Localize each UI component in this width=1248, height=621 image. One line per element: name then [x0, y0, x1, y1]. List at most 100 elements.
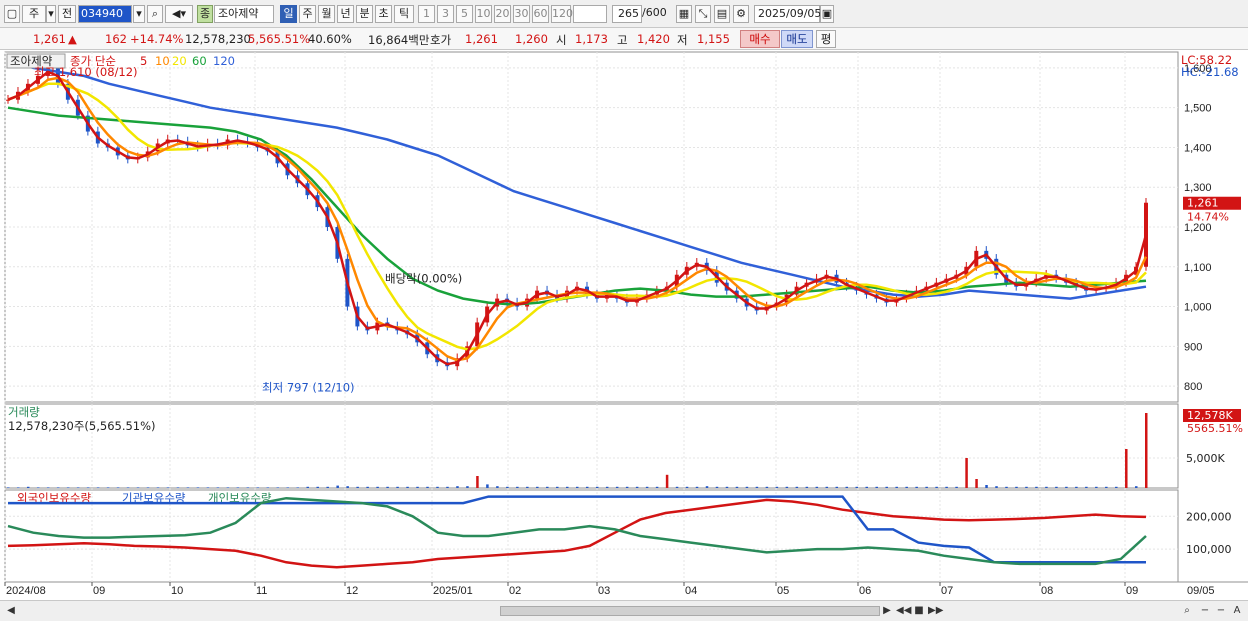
interval-120[interactable]: 120 — [551, 5, 573, 23]
evaluate-button[interactable]: 평 — [816, 30, 836, 48]
speaker-icon[interactable]: ◀▾ — [165, 5, 193, 23]
stock-chart[interactable]: 2024/08 09 10 11 12 2025/01 02 03 04 05 06 07 08 09 09… — [0, 50, 1248, 600]
volume-bar — [576, 486, 579, 488]
volume-bar — [436, 486, 439, 488]
interval-3[interactable]: 3 — [437, 5, 454, 23]
period-tick[interactable]: 틱 — [394, 5, 414, 23]
volume-bar — [336, 485, 339, 488]
holdings-tick-label: 100,000 — [1186, 543, 1232, 556]
fast-forward-icon[interactable]: ▶▶ — [928, 604, 943, 618]
volume-bar — [246, 487, 250, 488]
volume-bar — [945, 486, 948, 488]
period-day[interactable]: 일 — [280, 5, 297, 23]
volume-bar — [835, 486, 839, 488]
interval-60[interactable]: 60 — [532, 5, 549, 23]
stock-name-field[interactable]: 조아제약 — [214, 5, 274, 23]
gear-icon[interactable]: ⚙ — [733, 5, 749, 23]
current-pct-label: 14.74% — [1187, 211, 1229, 224]
scroll-left-icon[interactable]: ◀ — [4, 604, 18, 618]
current-price: 1,261 — [33, 32, 66, 46]
interval-20[interactable]: 20 — [494, 5, 511, 23]
scroll-thumb[interactable] — [500, 606, 880, 616]
volume-bar — [66, 487, 70, 488]
volume-bar — [136, 487, 140, 488]
volume-bar — [775, 486, 779, 488]
zoom-minus-icon[interactable]: − — [1214, 604, 1228, 618]
volume-bar — [106, 487, 110, 488]
search-icon[interactable]: ⌕ — [147, 5, 163, 23]
volume-bar — [855, 486, 859, 488]
chevron-down-icon[interactable]: ▾ — [46, 5, 56, 23]
x-tick-label: 03 — [598, 585, 610, 597]
volume-bar — [236, 487, 240, 488]
auto-icon[interactable]: A — [1230, 604, 1244, 618]
drawing-icon[interactable]: ⤡ — [695, 5, 711, 23]
x-tick-label: 07 — [941, 585, 953, 597]
save-icon[interactable]: ▤ — [714, 5, 730, 23]
custom-interval-input[interactable] — [573, 5, 607, 23]
stock-code-input[interactable]: 034940 — [78, 5, 132, 23]
window-icon[interactable]: ▢ — [4, 5, 20, 23]
date-input[interactable]: 2025/09/05 — [754, 5, 821, 23]
x-tick-label: 11 — [256, 585, 267, 597]
volume-bar — [46, 487, 50, 488]
volume-value-label: 12,578,230주(5,565.51%) — [8, 419, 156, 433]
interval-5[interactable]: 5 — [456, 5, 473, 23]
rewind-icon[interactable]: ◀◀ — [896, 604, 911, 618]
volume-bar — [925, 486, 928, 488]
chart-scrollbar[interactable]: ◀ ▶ ◀◀ ■ ▶▶ ⌕ − − A — [0, 600, 1248, 621]
interval-1[interactable]: 1 — [418, 5, 435, 23]
volume-bar — [1045, 486, 1048, 488]
scroll-right-icon[interactable]: ▶ — [880, 604, 894, 618]
volume-bar — [346, 486, 349, 488]
count-total: /600 — [642, 6, 667, 19]
buy-button[interactable]: 매수 — [740, 30, 780, 48]
x-tick-label: 12 — [346, 585, 358, 597]
prev-button[interactable]: 전 — [58, 5, 76, 23]
period-minute[interactable]: 분 — [356, 5, 373, 23]
hc-label: HC:-21.68 — [1181, 65, 1239, 79]
legend-ma-20: 20 — [172, 54, 187, 68]
interval-10[interactable]: 10 — [475, 5, 492, 23]
volume-current-pct: 5565.51% — [1187, 422, 1243, 435]
volume-bar — [1135, 486, 1138, 488]
volume-bar — [715, 486, 719, 488]
volume-bar — [306, 486, 309, 488]
volume-bar — [546, 486, 549, 488]
period-week[interactable]: 주 — [299, 5, 316, 23]
code-dropdown-icon[interactable]: ▾ — [133, 5, 145, 23]
indicator-icon[interactable]: ▦ — [676, 5, 692, 23]
volume-bar — [516, 486, 519, 488]
sell-button[interactable]: 매도 — [781, 30, 813, 48]
quote-bar: 1,261 ▲ 162 +14.74% 12,578,230 5,565.51%… — [0, 28, 1248, 50]
annotation-exdiv: 배당락(0.00%) — [385, 272, 462, 286]
volume-bar — [166, 487, 170, 488]
type-select[interactable]: 주 — [22, 5, 46, 23]
volume-bar — [476, 476, 479, 488]
volume-bar — [566, 486, 569, 488]
volume-bar — [615, 486, 619, 488]
low-label: 저 — [677, 33, 688, 47]
y-tick-label: 1,500 — [1184, 103, 1212, 115]
legend-ma-5: 5 — [140, 54, 147, 68]
x-tick-label: 2024/08 — [6, 585, 46, 597]
volume-bar — [685, 486, 689, 488]
volume-bar — [7, 487, 10, 488]
calendar-icon[interactable]: ▣ — [820, 5, 834, 23]
interval-30[interactable]: 30 — [513, 5, 530, 23]
zoom-out-icon[interactable]: − — [1198, 604, 1212, 618]
volume-bar — [885, 486, 888, 488]
y-tick-label: 800 — [1184, 381, 1202, 393]
volume-bar — [935, 486, 938, 488]
period-year[interactable]: 년 — [337, 5, 354, 23]
volume-bar — [865, 486, 868, 488]
volume-current-label: 12,578K — [1187, 409, 1233, 422]
period-second[interactable]: 초 — [375, 5, 392, 23]
zoom-icon[interactable]: ⌕ — [1180, 604, 1194, 618]
stop-icon[interactable]: ■ — [912, 604, 926, 618]
period-month[interactable]: 월 — [318, 5, 335, 23]
current-price-label: 1,261 — [1187, 197, 1219, 210]
count-input[interactable]: 265 — [612, 5, 642, 23]
x-tick-label: 08 — [1041, 585, 1053, 597]
volume-bar — [296, 487, 299, 488]
